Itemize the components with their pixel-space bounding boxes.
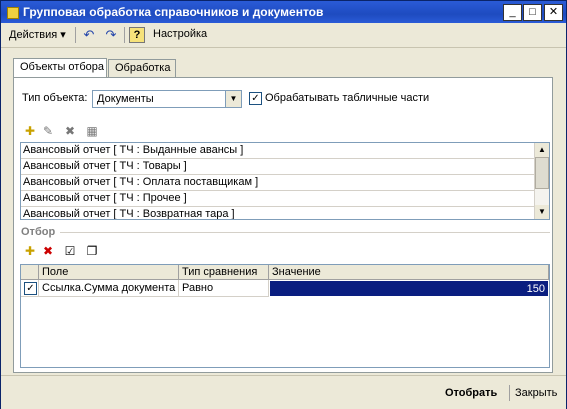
close-button[interactable]: ✕ bbox=[544, 4, 563, 21]
tab-panel: Тип объекта: Документы ▼ ✓ Обрабатывать … bbox=[13, 77, 553, 373]
toolbar-separator bbox=[75, 27, 76, 43]
filter-table: Поле Тип сравнения Значение ✓ Ссылка.Сум… bbox=[20, 264, 550, 368]
close-button-footer[interactable]: Закрыть bbox=[515, 387, 557, 399]
table-cell-value[interactable]: 150 bbox=[269, 280, 549, 297]
app-icon bbox=[7, 7, 19, 19]
objects-list: Авансовый отчет [ ТЧ : Выданные авансы ]… bbox=[20, 142, 550, 220]
main-window: Групповая обработка справочников и докум… bbox=[0, 0, 567, 409]
tab-selection-objects[interactable]: Объекты отбора bbox=[13, 58, 107, 78]
redo-icon[interactable]: ↷ bbox=[102, 26, 120, 44]
undo-icon[interactable]: ↶ bbox=[80, 26, 98, 44]
scroll-down-icon[interactable]: ▼ bbox=[535, 205, 549, 219]
actions-menu-label: Действия bbox=[9, 29, 58, 41]
process-tables-checkbox[interactable]: ✓ bbox=[249, 92, 262, 105]
filter-section-title: Отбор bbox=[21, 226, 56, 238]
scroll-up-icon[interactable]: ▲ bbox=[535, 143, 549, 157]
title-bar[interactable]: Групповая обработка справочников и докум… bbox=[1, 1, 566, 23]
actions-menu[interactable]: Действия ▾ bbox=[9, 28, 66, 41]
check-column-header bbox=[21, 265, 39, 280]
help-icon[interactable]: ? bbox=[129, 27, 145, 43]
column-header-field[interactable]: Поле bbox=[39, 265, 179, 280]
column-header-value[interactable]: Значение bbox=[269, 265, 549, 280]
window-title: Групповая обработка справочников и докум… bbox=[23, 5, 324, 19]
tab-processing[interactable]: Обработка bbox=[108, 59, 176, 77]
command-bar: Действия ▾ ↶ ↷ ? Настройка bbox=[1, 23, 566, 48]
settings-button[interactable]: Настройка bbox=[153, 28, 207, 40]
object-type-label: Тип объекта: bbox=[22, 92, 88, 104]
maximize-button[interactable]: □ bbox=[523, 4, 542, 21]
list-item[interactable]: Авансовый отчет [ ТЧ : Оплата поставщика… bbox=[21, 175, 536, 191]
list-item[interactable]: Авансовый отчет [ ТЧ : Возвратная тара ] bbox=[21, 207, 536, 219]
add-filter-icon[interactable]: ✚ bbox=[22, 243, 38, 259]
select-button[interactable]: Отобрать bbox=[445, 387, 497, 399]
list-item[interactable]: Авансовый отчет [ ТЧ : Товары ] bbox=[21, 159, 536, 175]
delete-icon[interactable]: ✖ bbox=[62, 123, 78, 139]
edit-icon[interactable]: ✎ bbox=[40, 123, 56, 139]
chevron-down-icon: ▾ bbox=[60, 29, 66, 41]
footer-separator bbox=[509, 385, 510, 401]
table-icon[interactable]: ▦ bbox=[84, 123, 100, 139]
list-scrollbar[interactable]: ▲ ▼ bbox=[534, 143, 549, 219]
row-enabled-checkbox[interactable]: ✓ bbox=[24, 282, 37, 295]
table-row-check-cell: ✓ bbox=[21, 280, 39, 297]
object-type-value: Документы bbox=[97, 93, 154, 105]
column-header-comparison[interactable]: Тип сравнения bbox=[179, 265, 269, 280]
object-type-select[interactable]: Документы ▼ bbox=[92, 90, 242, 108]
copy-icon[interactable]: ❐ bbox=[84, 243, 100, 259]
divider bbox=[60, 232, 550, 233]
list-item[interactable]: Авансовый отчет [ ТЧ : Прочее ] bbox=[21, 191, 536, 207]
chevron-down-icon[interactable]: ▼ bbox=[225, 91, 241, 107]
check-all-icon[interactable]: ☑ bbox=[62, 243, 78, 259]
delete-filter-icon[interactable]: ✖ bbox=[40, 243, 56, 259]
table-cell-comparison[interactable]: Равно bbox=[179, 280, 269, 297]
add-icon[interactable]: ✚ bbox=[22, 123, 38, 139]
process-tables-label: Обрабатывать табличные части bbox=[265, 92, 430, 104]
table-cell-field[interactable]: Ссылка.Сумма документа bbox=[39, 280, 179, 297]
footer-bar: Отобрать Закрыть bbox=[1, 375, 566, 409]
scroll-thumb[interactable] bbox=[535, 157, 549, 189]
toolbar-separator bbox=[124, 27, 125, 43]
minimize-button[interactable]: _ bbox=[503, 4, 522, 21]
list-item[interactable]: Авансовый отчет [ ТЧ : Выданные авансы ] bbox=[21, 143, 536, 159]
